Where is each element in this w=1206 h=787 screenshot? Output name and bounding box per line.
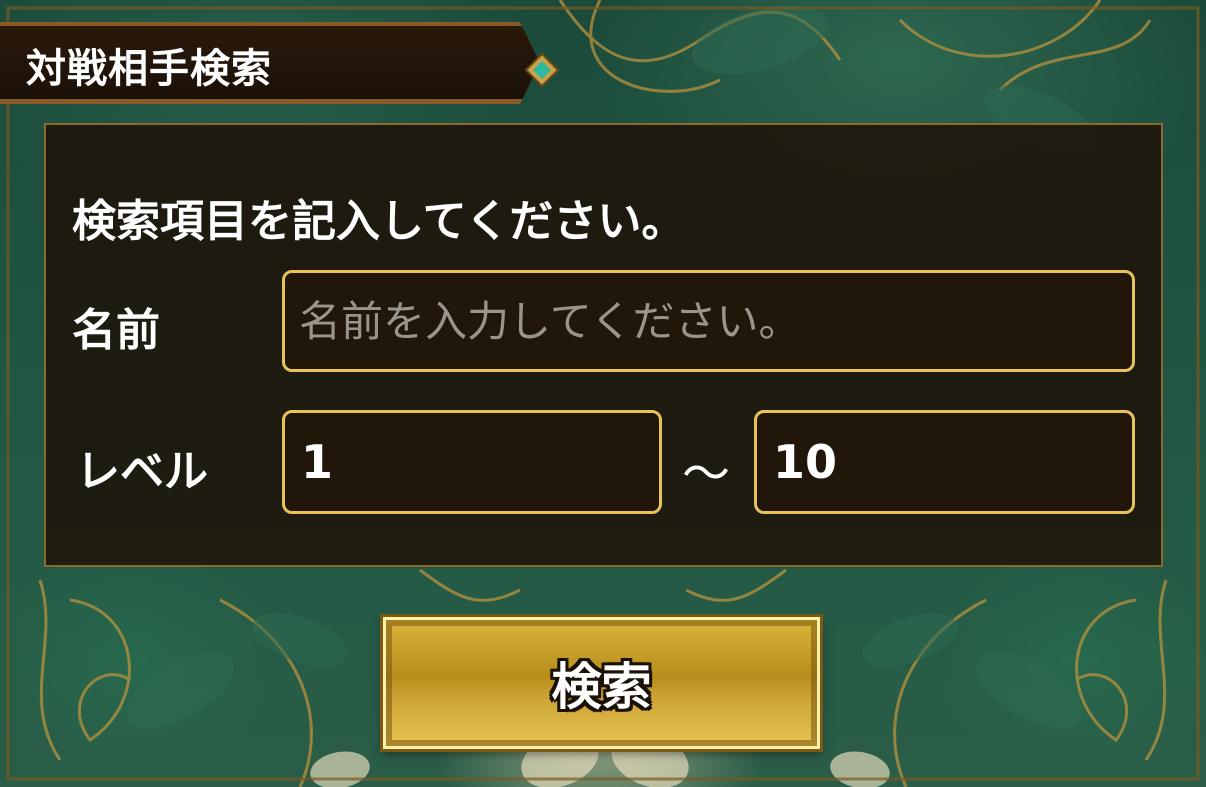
name-label: 名前 [72,305,160,356]
search-button[interactable]: 検索 [380,614,823,752]
gem-icon [524,52,560,88]
level-range-separator: ～ [682,446,731,502]
page-title: 対戦相手検索 [26,46,272,92]
search-button-label: 検索 [551,658,652,716]
form-instruction: 検索項目を記入してください。 [72,196,686,247]
level-label: レベル [76,446,208,497]
name-input[interactable] [282,270,1135,372]
level-min-input[interactable] [282,410,662,514]
title-banner: 対戦相手検索 [0,22,560,104]
level-max-input[interactable] [754,410,1135,514]
